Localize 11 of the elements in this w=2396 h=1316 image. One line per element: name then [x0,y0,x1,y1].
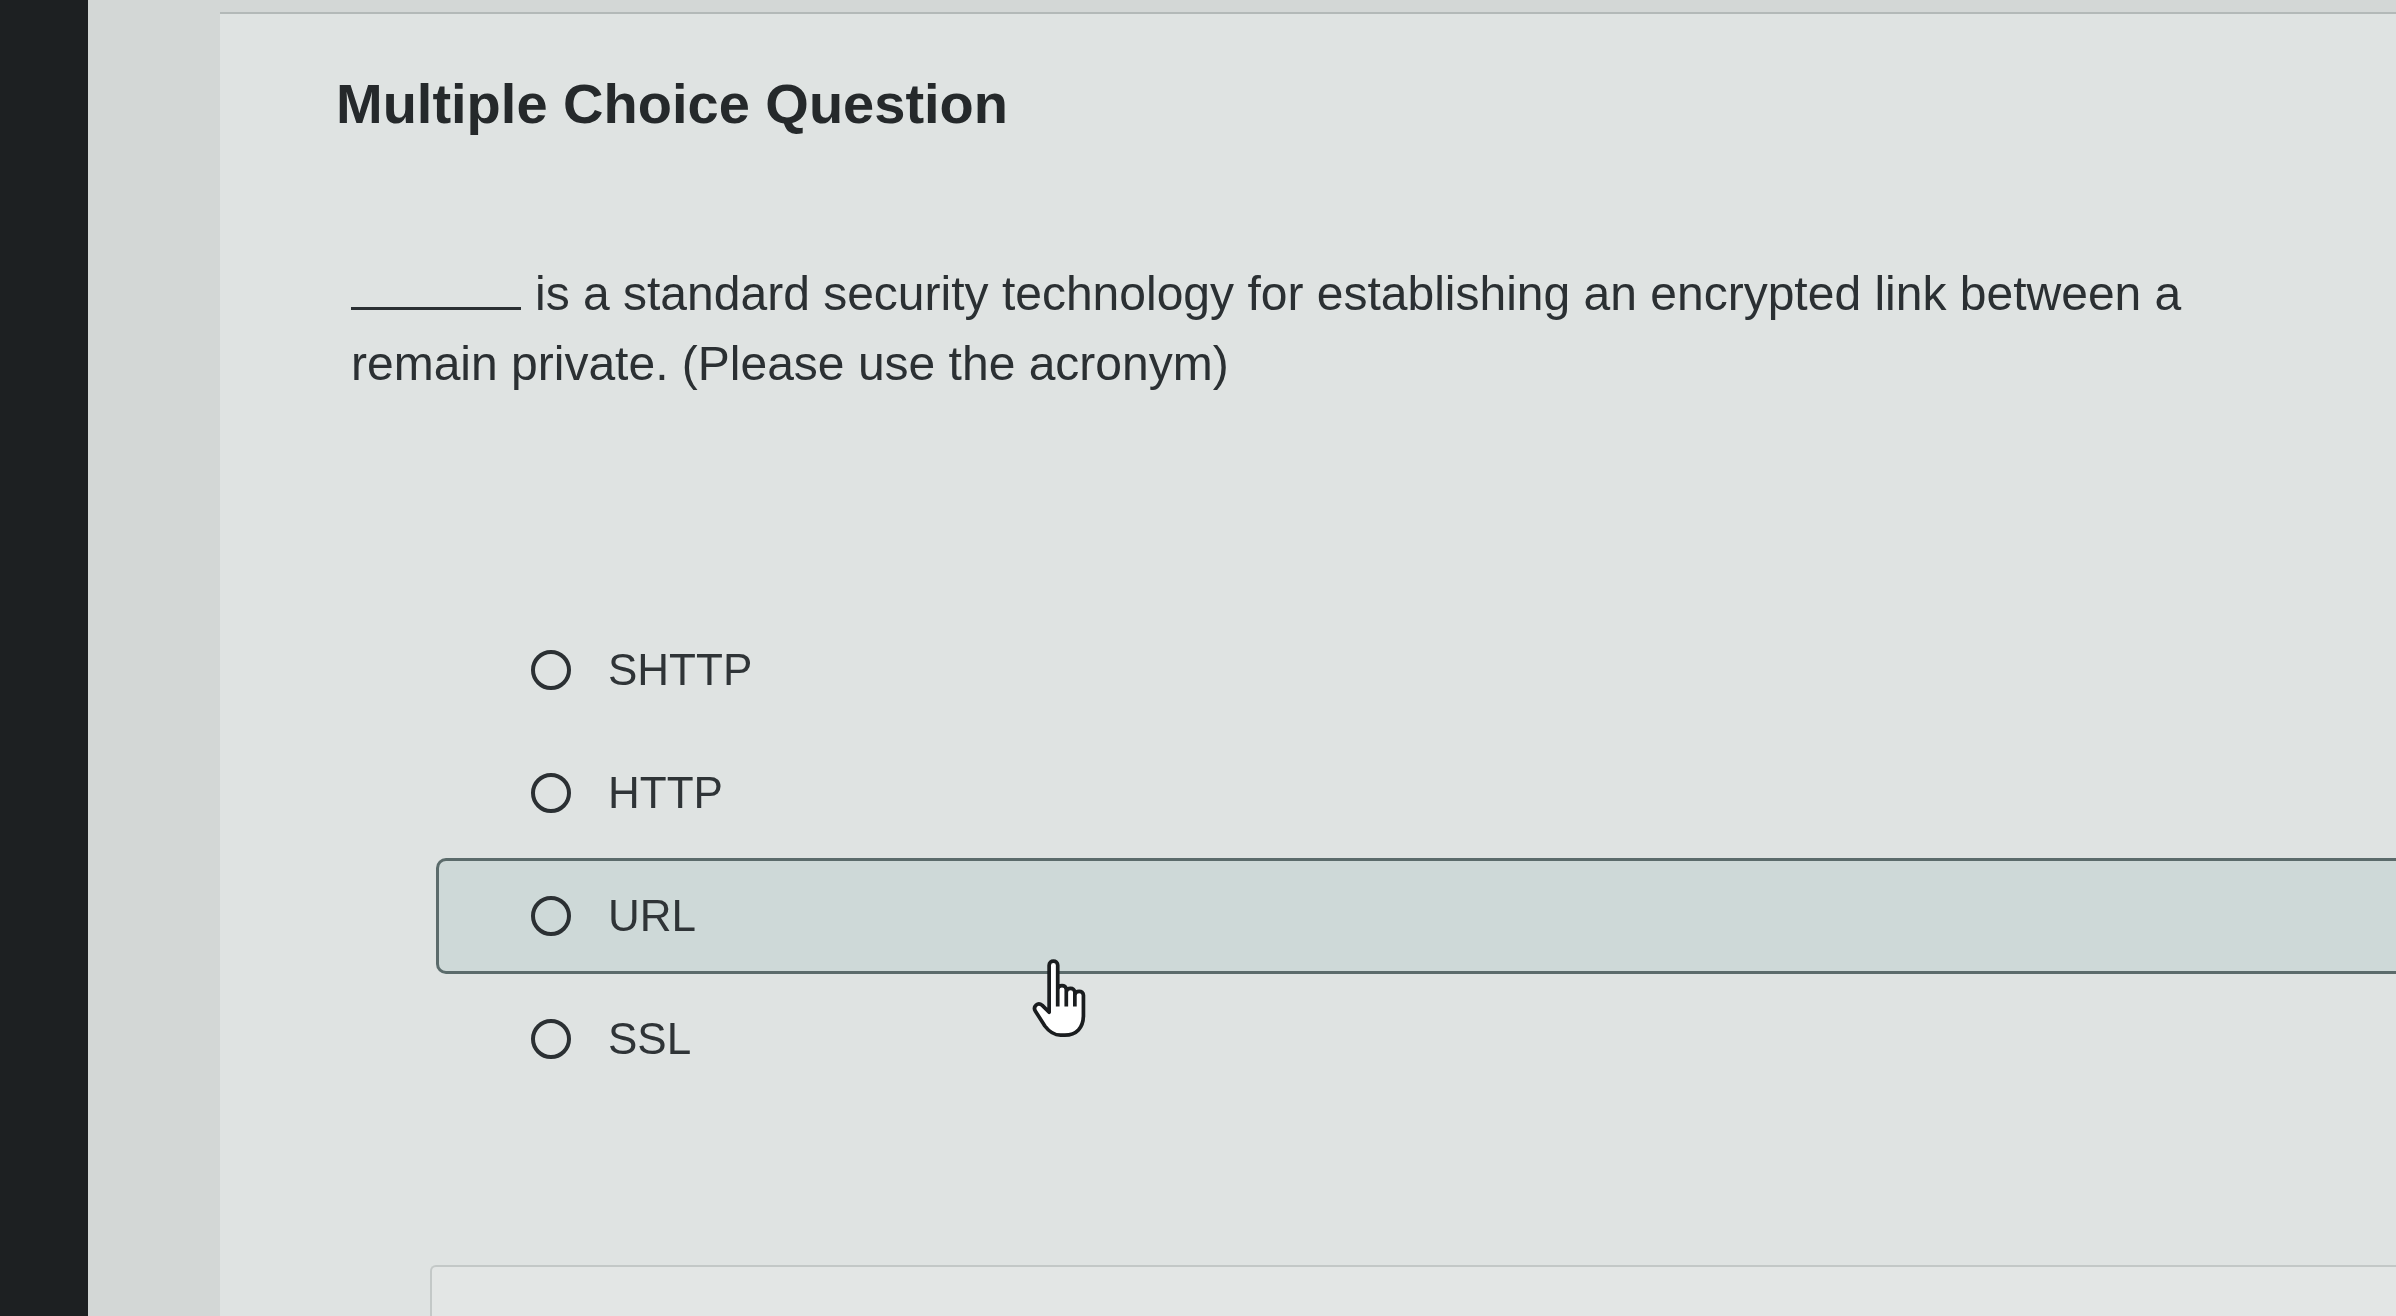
radio-button[interactable] [531,1019,571,1059]
question-text: remain private. (Please use the acronym) [351,336,1229,392]
radio-button[interactable] [531,896,571,936]
option-label[interactable]: SHTTP [608,642,753,698]
option-label[interactable]: URL [608,888,697,944]
radio-button[interactable] [531,650,571,690]
option-label[interactable]: HTTP [608,765,723,821]
option-label[interactable]: SSL [608,1011,692,1067]
question-text: is a standard security technology for establishing an encrypted link between a [535,266,2182,322]
radio-button[interactable] [531,773,571,813]
question-title: Multiple Choice Question [336,72,1009,136]
